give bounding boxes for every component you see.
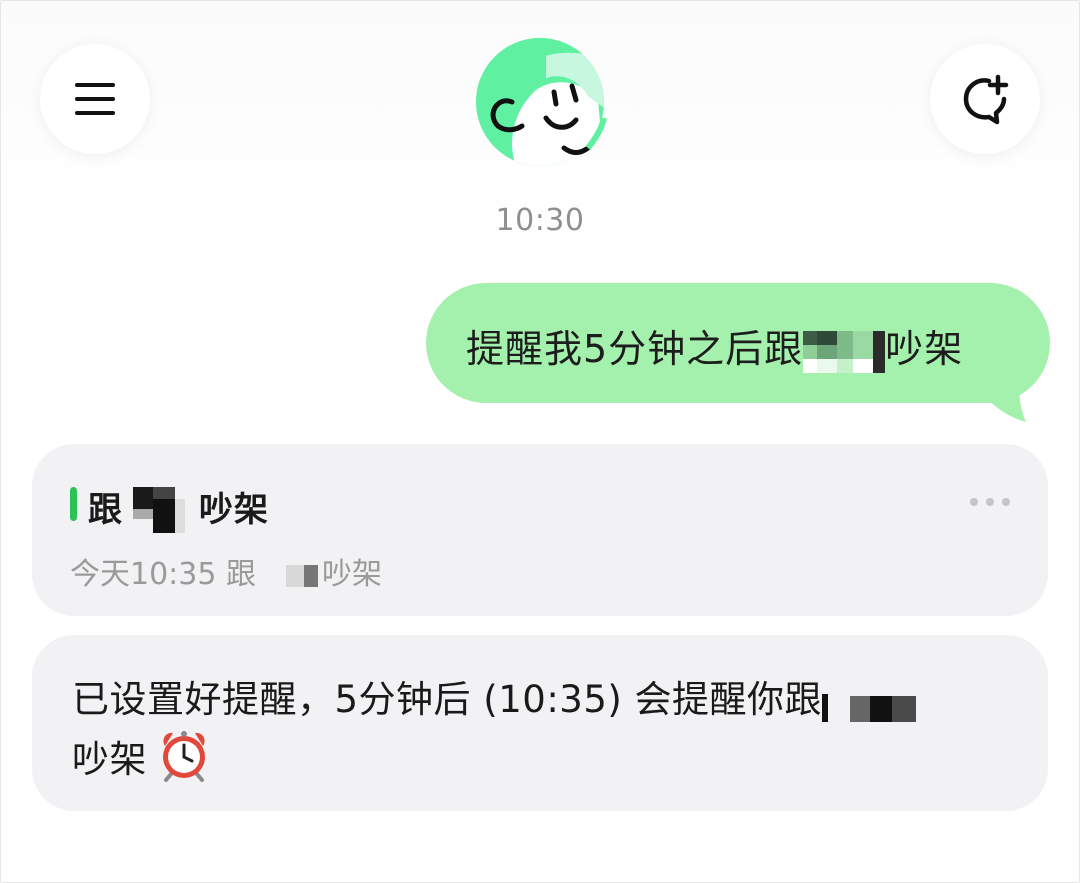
new-chat-button[interactable] (930, 44, 1040, 154)
bubble-tail (984, 378, 1026, 422)
reminder-accent-bar (70, 487, 77, 521)
redacted-name (803, 330, 886, 373)
smiling-face-avatar-icon (476, 38, 607, 166)
redacted-name (256, 558, 322, 593)
assistant-reply-text: 已设置好提醒，5分钟后 (10:35) 会提醒你跟 吵架 (72, 671, 1012, 798)
more-options-icon[interactable] (970, 492, 1010, 512)
hamburger-menu-icon (75, 83, 115, 115)
menu-button[interactable] (40, 44, 150, 154)
reminder-detail-before: 今天10:35 跟 (70, 557, 256, 592)
assistant-avatar[interactable] (476, 38, 607, 166)
new-chat-plus-icon (963, 74, 1009, 125)
assistant-reply-line-2: 吵架 (72, 728, 1012, 798)
reminder-title: 跟 吵架 (88, 482, 269, 537)
user-message-text-before: 提醒我5分钟之后跟 (466, 327, 804, 371)
assistant-reply-line-1: 已设置好提醒，5分钟后 (10:35) 会提醒你跟 (72, 671, 1012, 728)
reminder-detail-after: 吵架 (322, 557, 382, 592)
user-message-text-after: 吵架 (885, 327, 964, 371)
alarm-clock-icon (157, 728, 211, 798)
reminder-detail: 今天10:35 跟 吵架 (70, 549, 382, 593)
reminder-title-after: 吵架 (199, 490, 269, 530)
redacted-name (123, 486, 199, 537)
message-timestamp: 10:30 (495, 203, 585, 238)
assistant-reply-line1: 已设置好提醒，5分钟后 (10:35) 会提醒你跟 (72, 678, 823, 721)
assistant-reply-line2: 吵架 (72, 738, 147, 781)
user-message-text: 提醒我5分钟之后跟 吵架 (466, 318, 963, 373)
reminder-title-before: 跟 (88, 490, 123, 530)
redacted-name (822, 685, 918, 722)
